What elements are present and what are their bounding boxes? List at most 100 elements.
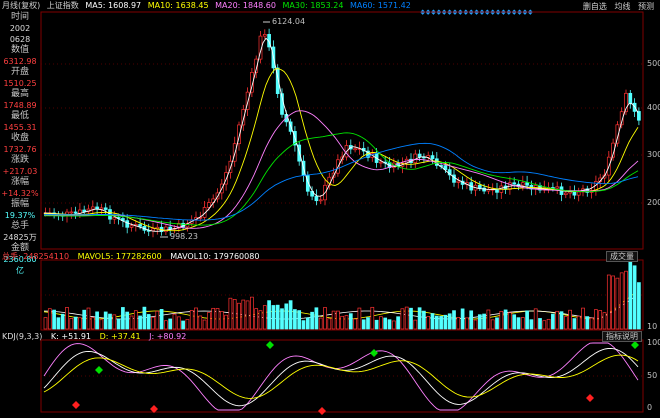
kdj-line: [43, 347, 639, 407]
ma30-line: [44, 132, 639, 226]
volume-bar: [224, 314, 228, 330]
sell-signal-icon: [266, 341, 274, 349]
volume-bar: [284, 303, 289, 330]
kdj-k: K: +51.91: [50, 332, 92, 341]
volume-bar: [47, 308, 52, 330]
candle-body: [164, 226, 168, 233]
volume-bar: [155, 310, 160, 330]
ma20-line: [44, 110, 639, 229]
volume-bar: [396, 316, 400, 330]
volume-bar: [508, 312, 512, 330]
volume-bar: [538, 318, 542, 330]
kdj-tick: 100: [647, 338, 660, 347]
volume-bar: [138, 315, 142, 330]
volume-bar: [361, 319, 366, 330]
volume-indicator-button[interactable]: 成交量: [606, 251, 638, 262]
candle-body: [314, 195, 319, 202]
volume-bar: [366, 317, 370, 330]
volume-bar: [589, 317, 594, 330]
volume-bar: [159, 309, 164, 330]
sell-signal-icon: [631, 341, 639, 349]
candle-body: [112, 217, 117, 220]
candle-body: [103, 207, 108, 210]
volume-bar: [142, 306, 147, 330]
volume-bar: [301, 320, 306, 330]
volume-bar: [525, 310, 529, 330]
volume-bar: [563, 316, 568, 330]
volume-bar: [495, 317, 499, 330]
volume-bar: [185, 319, 190, 330]
volume-bar: [555, 310, 560, 330]
volume-bar: [78, 317, 82, 330]
candle-body: [125, 220, 130, 228]
candle-body: [138, 224, 142, 227]
volume-bar: [125, 311, 130, 330]
candle-body: [568, 191, 572, 194]
volume-bar: [422, 310, 426, 330]
candle-body: [512, 182, 517, 185]
volume-bar: [602, 312, 607, 330]
price-panel-frame: [40, 11, 644, 250]
candle-body: [151, 228, 155, 232]
volume-bar: [340, 315, 345, 330]
volume-bar: [237, 302, 241, 330]
volume-bar: [628, 254, 633, 330]
low-annotation: 998.23: [170, 232, 198, 241]
candle-body: [520, 182, 525, 186]
volume-bar: [310, 311, 314, 330]
volume-bar: [611, 275, 615, 330]
volume-bar: [443, 314, 448, 330]
indicator-help-button[interactable]: 指标说明: [602, 331, 642, 342]
volume-bar: [637, 282, 641, 330]
volume-bar: [245, 300, 250, 330]
kdj-header: KDJ(9,3,3) K: +51.91 D: +37.41 J: +80.92: [2, 332, 192, 342]
sell-signal-icon: [370, 349, 378, 357]
volume-bar: [65, 307, 69, 330]
volume-bar: [52, 309, 56, 330]
chart-canvas[interactable]: [0, 0, 660, 418]
volume-bar: [250, 296, 254, 330]
volume-bar: [546, 318, 551, 330]
candle-body: [525, 182, 529, 186]
volume-bar: [370, 306, 375, 330]
volume-bar: [280, 308, 284, 330]
volume-bar: [215, 308, 220, 330]
volume-bar: [133, 310, 138, 330]
volume-bar: [267, 300, 271, 330]
buy-signal-icon: [318, 407, 326, 415]
volume-bar: [288, 300, 293, 330]
volume-bar: [533, 308, 538, 330]
volume-bar: [305, 317, 310, 330]
volume-bar: [43, 317, 48, 330]
volume-bar: [314, 307, 319, 330]
candle-body: [129, 225, 134, 228]
volume-bar: [258, 310, 263, 330]
volume-bar: [241, 299, 246, 330]
volume-bar: [275, 304, 280, 330]
volume-bar: [490, 319, 495, 330]
volume-tick: 10: [647, 322, 658, 331]
candle-body: [73, 211, 78, 214]
mavol10-readout: MAVOL10: 179760080: [170, 252, 260, 261]
candle-body: [516, 183, 521, 186]
sell-signal-icon: [95, 366, 103, 374]
volume-bar: [318, 317, 323, 330]
volume-bar: [99, 319, 104, 330]
volume-bar: [353, 318, 357, 330]
volume-bar: [426, 316, 431, 330]
volume-bar: [60, 313, 65, 330]
volume-bar: [499, 310, 504, 330]
volume-bar: [164, 320, 168, 330]
volume-bar: [391, 320, 396, 330]
moving-averages: [43, 37, 639, 320]
volume-bar: [512, 314, 517, 330]
volume-bar: [559, 311, 564, 330]
volume-bar: [293, 309, 297, 330]
volume-bar: [572, 318, 577, 330]
volume-bar: [542, 320, 547, 330]
volume-bar: [262, 305, 267, 330]
volume-bar: [477, 314, 482, 330]
volume-bar: [619, 272, 624, 330]
volume-bar: [400, 308, 405, 330]
volume-bar: [551, 313, 555, 330]
